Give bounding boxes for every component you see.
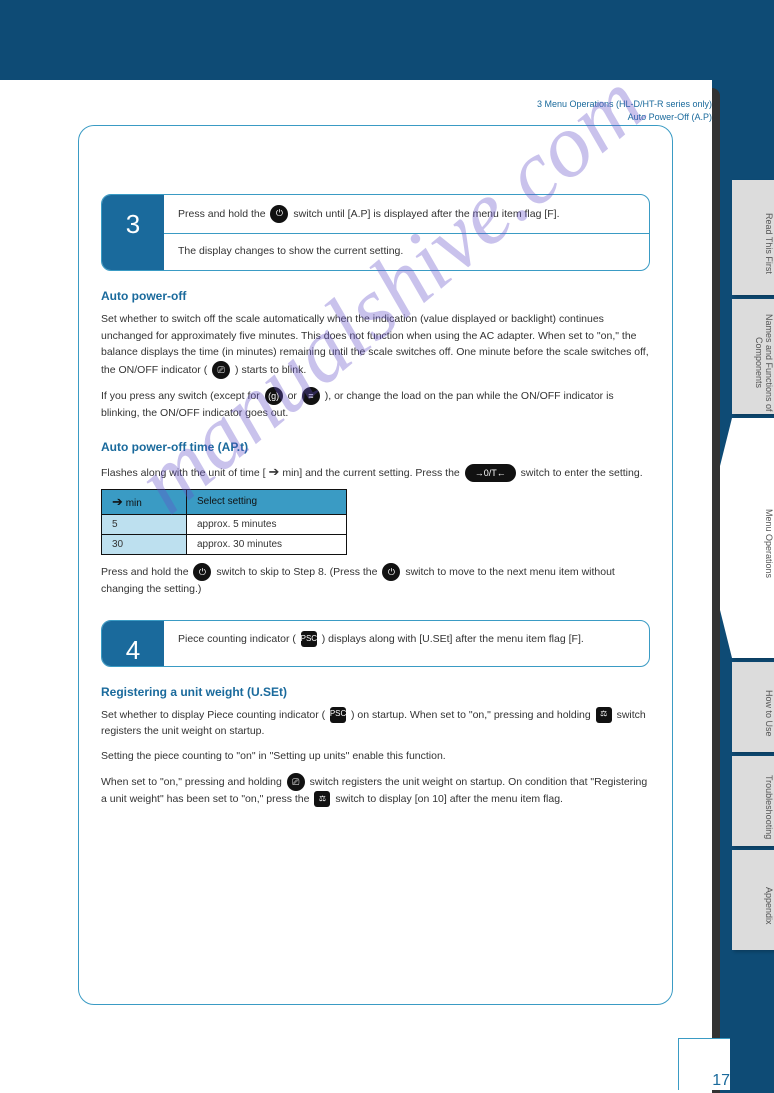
- page-number: 17: [678, 1038, 730, 1090]
- cell-30-desc: approx. 30 minutes: [187, 534, 347, 554]
- onoff-indicator-icon: ⎚: [287, 773, 305, 791]
- scale-icon: ⚖: [596, 707, 612, 723]
- table-header-setting: Select setting: [187, 489, 347, 514]
- uset-para-2: Setting the piece counting to "on" in "S…: [101, 748, 650, 765]
- tab-read-first[interactable]: Read This First: [732, 180, 774, 295]
- uset-para-3: When set to "on," pressing and holding ⎚…: [101, 773, 650, 808]
- header-line-2: Auto Power-Off (A.P): [537, 111, 712, 124]
- apt-note: Press and hold the ⏻ switch to skip to S…: [101, 563, 650, 598]
- tare-icon: →0/T←: [465, 464, 516, 482]
- step-3-callout: 3 Press and hold the ⏻ switch until [A.P…: [101, 194, 650, 271]
- pcs-icon: PSC: [301, 631, 317, 647]
- step-4-callout: 4 Piece counting indicator ( PSC ) displ…: [101, 620, 650, 667]
- pcs-icon: PSC: [330, 707, 346, 723]
- step-4-row: Piece counting indicator ( PSC ) display…: [164, 621, 649, 658]
- cell-5: 5: [102, 514, 187, 534]
- table-row: 30 approx. 30 minutes: [102, 534, 347, 554]
- tab-appendix[interactable]: Appendix: [732, 850, 774, 950]
- apt-heading: Auto power-off time (AP.t): [101, 440, 650, 454]
- g-icon: (g): [265, 387, 283, 405]
- table-row: 5 approx. 5 minutes: [102, 514, 347, 534]
- step-3-row-2: The display changes to show the current …: [164, 233, 649, 270]
- uset-heading: Registering a unit weight (U.SEt): [101, 685, 650, 699]
- auto-power-off-heading: Auto power-off: [101, 289, 650, 303]
- power-icon: ⏻: [193, 563, 211, 581]
- arrow-icon: ➔: [112, 494, 123, 509]
- tab-how-to-use[interactable]: How to Use: [732, 662, 774, 752]
- tab-menu-operations[interactable]: Menu Operations: [732, 418, 774, 658]
- step-number-3: 3: [102, 195, 164, 270]
- menu-icon: ≡: [302, 387, 320, 405]
- power-icon: ⏻: [270, 205, 288, 223]
- power-icon: ⏻: [382, 563, 400, 581]
- cell-5-desc: approx. 5 minutes: [187, 514, 347, 534]
- scale-icon: ⚖: [314, 791, 330, 807]
- header-line-1: 3 Menu Operations (HL-D/HT-R series only…: [537, 98, 712, 111]
- page-header: 3 Menu Operations (HL-D/HT-R series only…: [537, 98, 712, 123]
- arrow-right-icon: ➔: [269, 464, 280, 479]
- step-3-row-1: Press and hold the ⏻ switch until [A.P] …: [164, 195, 649, 233]
- uset-para-1: Set whether to display Piece counting in…: [101, 707, 650, 741]
- auto-power-off-para-1: Set whether to switch off the scale auto…: [101, 311, 650, 379]
- tab-names-functions[interactable]: Names and Functions of Components: [732, 299, 774, 414]
- onoff-indicator-icon: ⎚: [212, 361, 230, 379]
- auto-power-off-para-2: If you press any switch (except for (g) …: [101, 387, 650, 422]
- content-frame: 3 Press and hold the ⏻ switch until [A.P…: [78, 125, 673, 1005]
- cell-30: 30: [102, 534, 187, 554]
- tab-troubleshooting[interactable]: Troubleshooting: [732, 756, 774, 846]
- apt-settings-table: ➔ min Select setting 5 approx. 5 minutes…: [101, 489, 347, 555]
- table-header-min: ➔ min: [102, 489, 187, 514]
- step-number-4: 4: [102, 621, 164, 666]
- side-tabs: Read This First Names and Functions of C…: [732, 180, 774, 954]
- apt-para: Flashes along with the unit of time [ ➔ …: [101, 462, 650, 483]
